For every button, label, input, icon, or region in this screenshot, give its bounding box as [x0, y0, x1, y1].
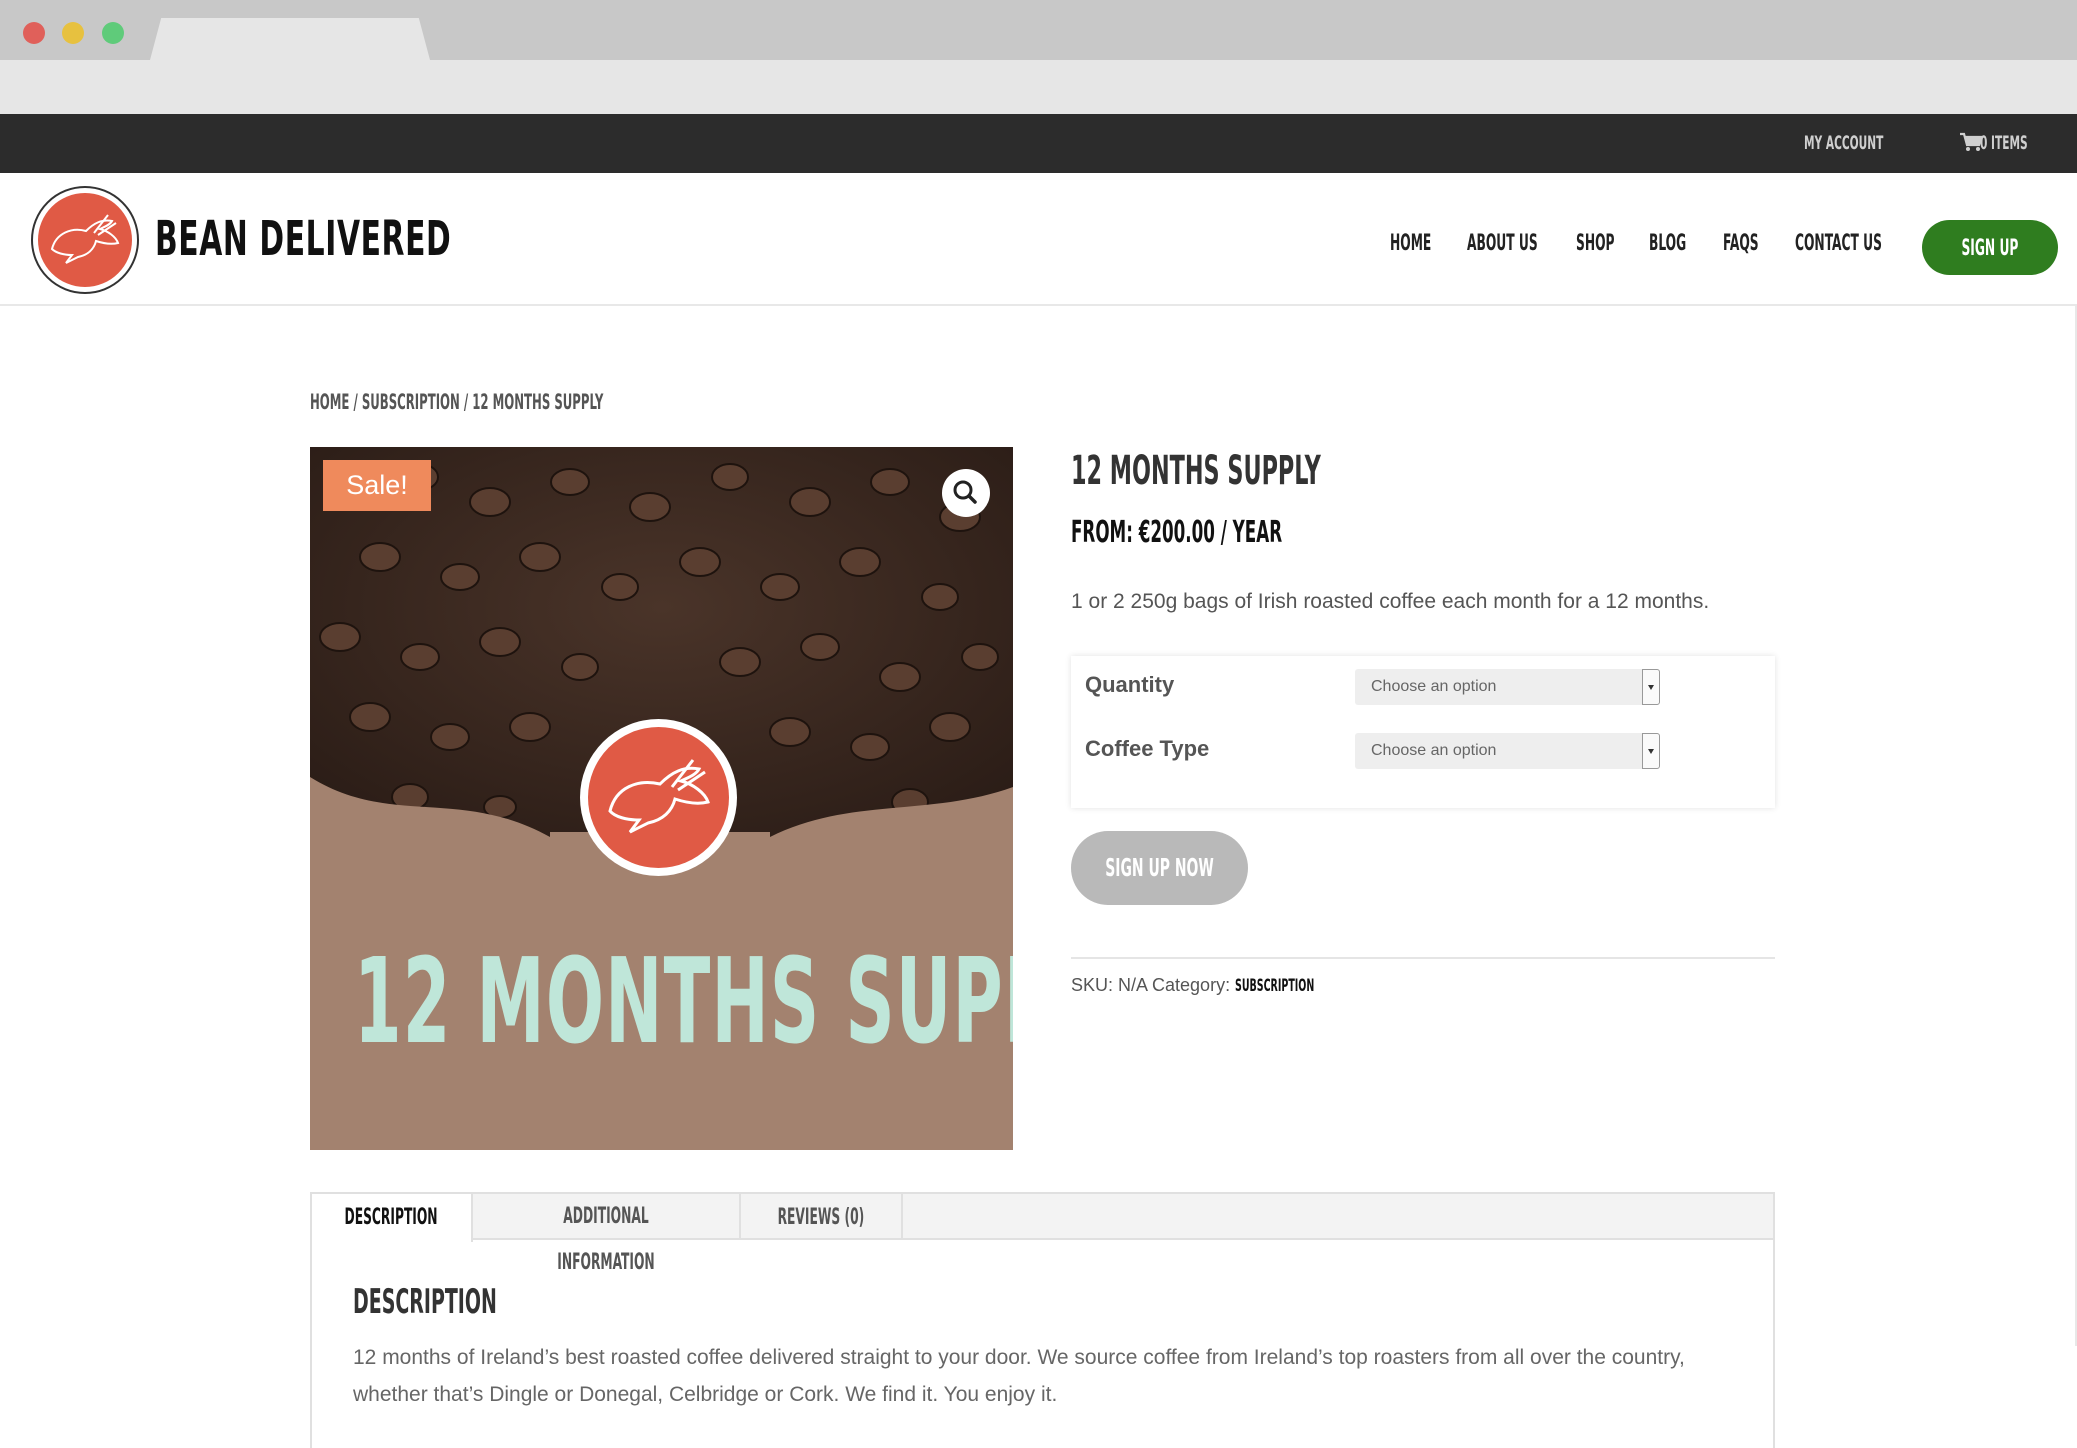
tab-additional-information-label: ADDITIONAL INFORMATION	[557, 1204, 655, 1275]
product-price: FROM: €200.00 / YEAR	[1071, 515, 1283, 550]
cart-items-count[interactable]: 0 ITEMS	[1980, 132, 2028, 154]
sign-up-now-button[interactable]: SIGN UP NOW	[1071, 831, 1248, 905]
zoom-icon	[953, 480, 977, 504]
my-account-link[interactable]: MY ACCOUNT	[1804, 132, 1883, 154]
nav-home[interactable]: HOME	[1390, 231, 1431, 256]
browser-titlebar	[0, 0, 2077, 60]
product-title: 12 MONTHS SUPPLY	[1071, 448, 1321, 494]
utility-bar: MY ACCOUNT 0 ITEMS	[0, 114, 2077, 173]
quantity-label: Quantity	[1085, 672, 1175, 697]
tab-description-label: DESCRIPTION	[344, 1205, 439, 1230]
zoom-button[interactable]	[942, 469, 990, 517]
meta-divider	[1071, 957, 1775, 959]
quantity-select-value: Choose an option	[1371, 678, 1497, 695]
description-body: 12 months of Ireland’s best roasted coff…	[353, 1346, 1685, 1406]
chevron-down-icon	[1642, 669, 1660, 705]
nav-about-us[interactable]: ABOUT US	[1467, 231, 1538, 256]
tab-additional-information[interactable]: ADDITIONAL INFORMATION	[473, 1194, 741, 1275]
product-image[interactable]: Sale! 12 MONTHS SUPPLY	[310, 447, 1013, 1150]
sign-up-label: SIGN UP	[1961, 236, 2019, 261]
sign-up-now-label: SIGN UP NOW	[1105, 853, 1214, 882]
coffee-type-label: Coffee Type	[1085, 736, 1210, 761]
chevron-down-icon	[1642, 733, 1660, 769]
coffee-type-select-value: Choose an option	[1371, 742, 1497, 759]
tab-description[interactable]: DESCRIPTION	[312, 1194, 473, 1242]
nav-shop[interactable]: SHOP	[1576, 231, 1615, 256]
sign-up-button[interactable]: SIGN UP	[1922, 220, 2058, 275]
nav-blog[interactable]: BLOG	[1649, 231, 1686, 256]
product-meta: SKU: N/A Category: SUBSCRIPTION	[1071, 975, 1363, 996]
browser-toolbar	[0, 60, 2077, 114]
tab-reviews[interactable]: REVIEWS (0)	[741, 1194, 903, 1240]
category-link[interactable]: SUBSCRIPTION	[1235, 976, 1314, 996]
sku-text: SKU: N/A Category:	[1071, 975, 1236, 995]
maximize-window-icon[interactable]	[102, 22, 124, 44]
minimize-window-icon[interactable]	[62, 22, 84, 44]
product-tabs: DESCRIPTION ADDITIONAL INFORMATION REVIE…	[310, 1192, 1775, 1448]
product-variations: Quantity Choose an option Coffee Type Ch…	[1071, 656, 1775, 808]
tabs-bar: DESCRIPTION ADDITIONAL INFORMATION REVIE…	[312, 1194, 1773, 1275]
tab-reviews-label: REVIEWS (0)	[777, 1205, 865, 1230]
product-image-logo	[580, 719, 737, 876]
sale-badge: Sale!	[323, 460, 431, 511]
quantity-select[interactable]: Choose an option	[1355, 669, 1660, 705]
breadcrumb[interactable]: HOME / SUBSCRIPTION / 12 MONTHS SUPPLY	[310, 390, 603, 414]
coffee-type-select[interactable]: Choose an option	[1355, 733, 1660, 769]
product-image-title: 12 MONTHS SUPPLY	[354, 932, 1013, 1070]
site-header: BEAN DELIVERED HOME ABOUT US SHOP BLOG F…	[0, 173, 2077, 306]
browser-tab[interactable]	[150, 18, 430, 60]
nav-faqs[interactable]: FAQS	[1723, 231, 1759, 256]
nav-contact-us[interactable]: CONTACT US	[1795, 231, 1882, 256]
close-window-icon[interactable]	[23, 22, 45, 44]
hare-logo-icon[interactable]	[31, 186, 139, 294]
site-logo-text[interactable]: BEAN DELIVERED	[155, 211, 451, 267]
description-heading: DESCRIPTION	[353, 1282, 497, 1322]
product-short-description: 1 or 2 250g bags of Irish roasted coffee…	[1071, 590, 1710, 613]
